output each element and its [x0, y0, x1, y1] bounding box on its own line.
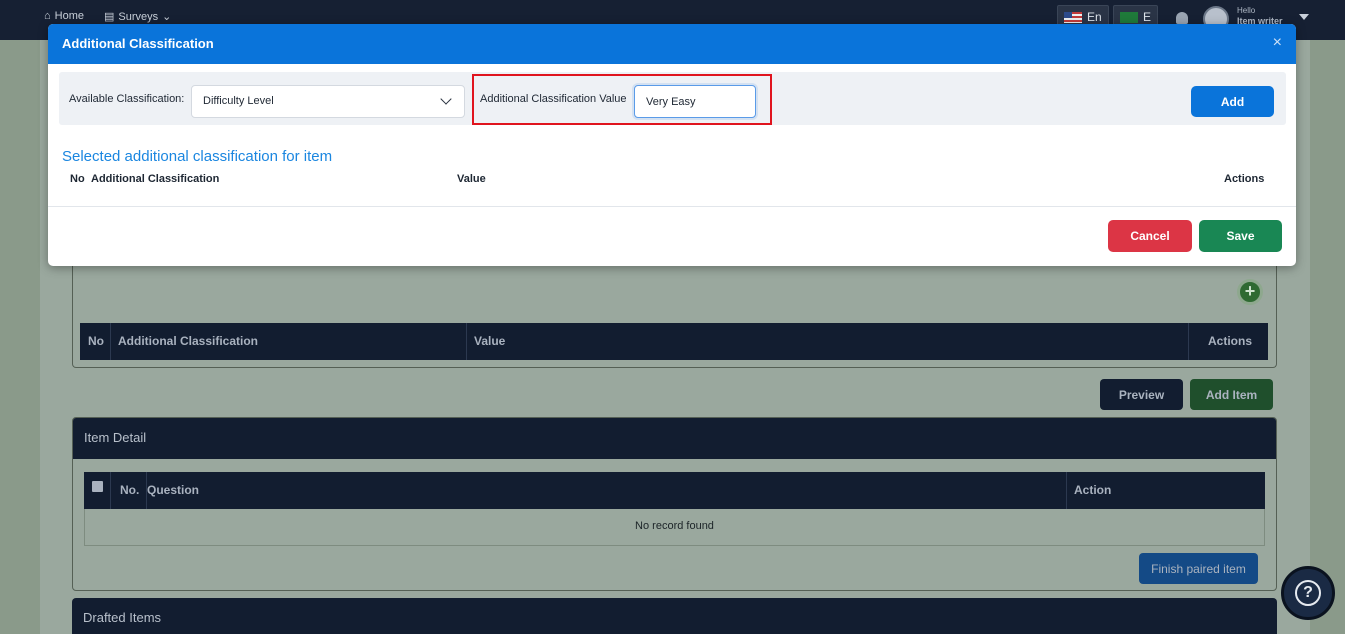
nav-home-label: Home: [54, 10, 84, 22]
help-icon: ?: [1295, 580, 1321, 606]
home-icon: ⌂: [44, 10, 51, 22]
col-no: No.: [120, 483, 140, 497]
save-button[interactable]: Save: [1199, 220, 1282, 252]
drafted-items-title: Drafted Items: [72, 598, 1277, 634]
modal-header: Additional Classification: [48, 24, 1296, 64]
additional-classification-modal: Additional Classification × Available Cl…: [48, 24, 1296, 266]
surveys-icon: ▤: [104, 11, 115, 23]
flag-us-icon: [1064, 11, 1082, 23]
close-icon[interactable]: ×: [1273, 35, 1282, 51]
item-detail-title: Item Detail: [73, 418, 1276, 459]
selected-classification-title: Selected additional classification for i…: [62, 148, 333, 165]
col-question: Question: [147, 483, 200, 497]
user-greeting-label: Hello: [1237, 6, 1256, 15]
preview-button[interactable]: Preview: [1100, 379, 1183, 410]
user-greeting: Hello Item writer: [1237, 6, 1283, 26]
item-detail-table-header: No. Question Action: [84, 472, 1265, 509]
col-additional-classification: Additional Classification: [118, 334, 259, 348]
col-no: No: [88, 334, 104, 348]
col-additional-classification: Additional Classification: [91, 173, 220, 185]
available-classification-value: Difficulty Level: [203, 95, 274, 107]
col-value: Value: [457, 173, 486, 185]
plus-icon[interactable]: +: [1237, 279, 1263, 305]
empty-state-text: No record found: [84, 509, 1265, 546]
language-en-label: En: [1087, 10, 1102, 24]
select-all-checkbox[interactable]: [92, 481, 103, 492]
chevron-down-icon: ⌄: [162, 11, 172, 23]
add-item-button[interactable]: Add Item: [1190, 379, 1273, 410]
col-actions: Actions: [1208, 334, 1253, 348]
col-actions: Actions: [1224, 173, 1265, 185]
bell-icon[interactable]: [1176, 12, 1188, 24]
classification-value-label: Additional Classification Value: [480, 93, 627, 105]
language-alt-label: E: [1143, 10, 1152, 24]
classification-form: Available Classification: Difficulty Lev…: [59, 72, 1286, 125]
available-classification-label: Available Classification:: [69, 93, 185, 105]
col-action: Action: [1074, 483, 1112, 497]
cancel-button[interactable]: Cancel: [1108, 220, 1192, 252]
modal-footer-divider: [48, 206, 1296, 207]
caret-down-icon[interactable]: [1299, 14, 1309, 20]
classification-value-input[interactable]: [634, 85, 756, 118]
available-classification-select[interactable]: Difficulty Level: [191, 85, 465, 118]
col-value: Value: [474, 334, 506, 348]
item-detail-panel: Item Detail No. Question Action No recor…: [72, 417, 1277, 591]
flag-sa-icon: [1120, 11, 1138, 23]
nav-surveys-label: Surveys: [118, 10, 159, 23]
classification-table-header: No Additional Classification Value Actio…: [80, 323, 1268, 360]
col-no: No: [70, 173, 85, 185]
help-button[interactable]: ?: [1281, 566, 1335, 620]
modal-title: Additional Classification: [62, 36, 214, 51]
nav-surveys-link[interactable]: ▤ Surveys ⌄: [104, 10, 172, 24]
finish-paired-item-button[interactable]: Finish paired item: [1139, 553, 1258, 584]
nav-home-link[interactable]: ⌂ Home: [44, 10, 84, 22]
chevron-down-icon: [440, 93, 452, 105]
add-button[interactable]: Add: [1191, 86, 1274, 117]
